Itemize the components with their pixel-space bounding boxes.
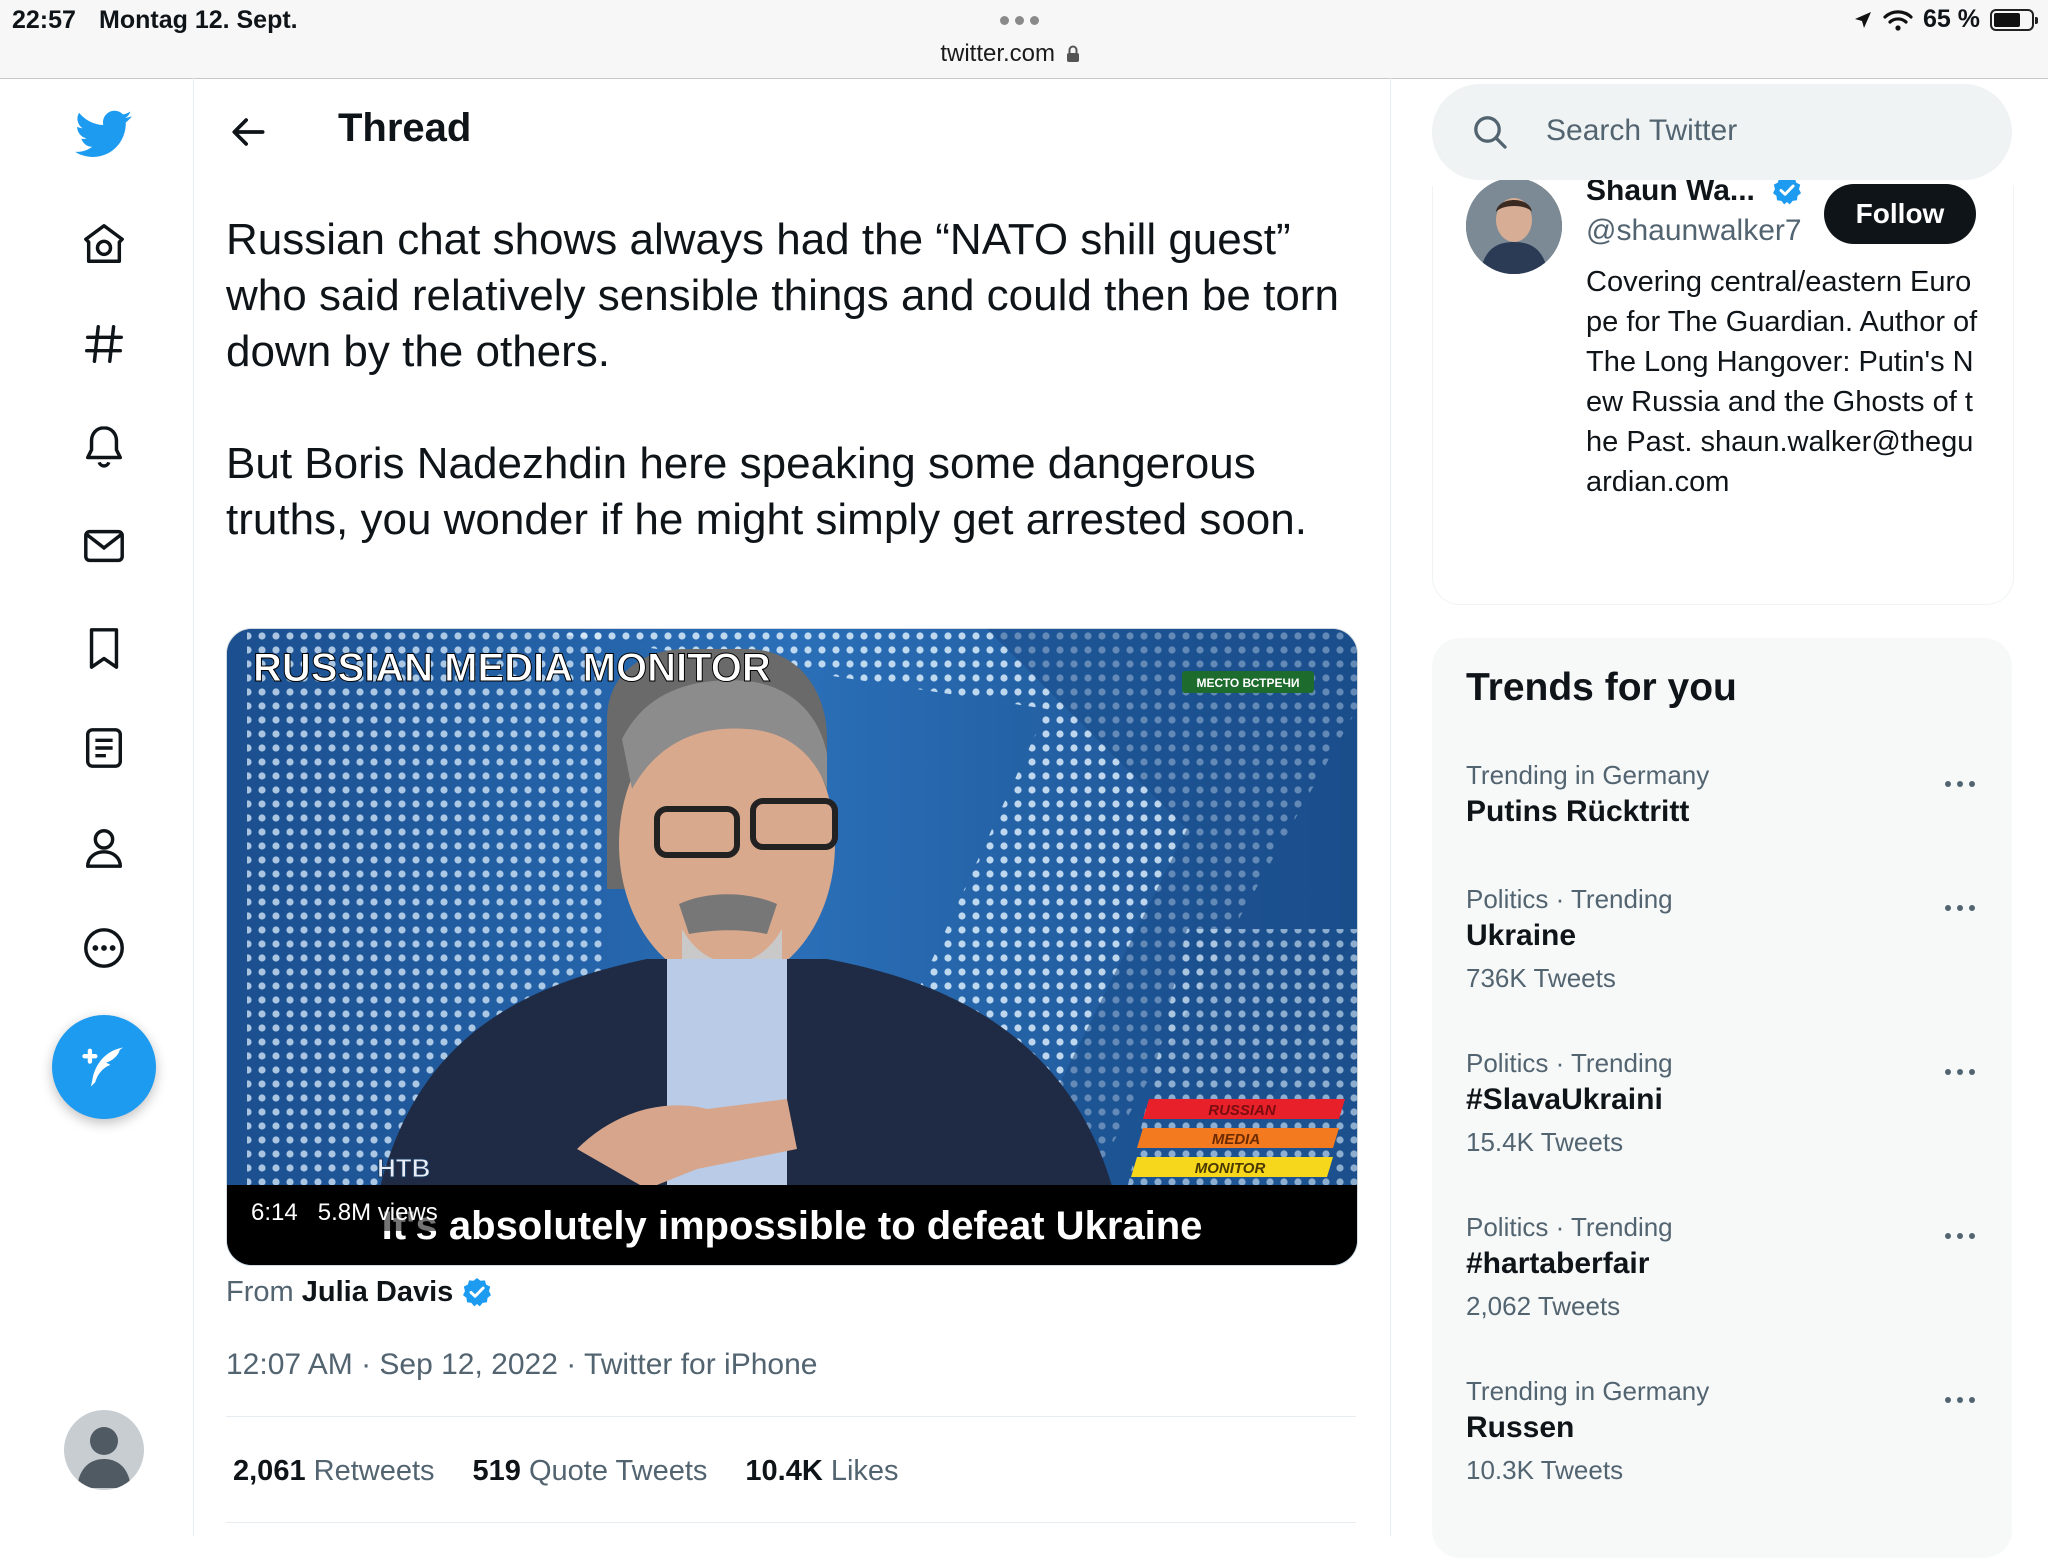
profile-handle[interactable]: @shaunwalker7 (1586, 214, 1802, 248)
tweet-video[interactable]: RUSSIAN MEDIA MONITOR МЕСТО ВСТРЕЧИ RUSS… (226, 628, 1358, 1266)
search-icon (1474, 116, 1507, 149)
profile-bio: Covering central/eastern Europe for The … (1586, 266, 1978, 498)
tweet-timestamp[interactable]: 12:07 AM · Sep 12, 2022 · Twitter for iP… (226, 1348, 817, 1382)
trend-name: #hartaberfair (1466, 1247, 1650, 1280)
from-label: From (226, 1276, 294, 1308)
trend-context: Politics · Trending (1466, 884, 1673, 914)
video-source: From Julia Davis (226, 1276, 493, 1309)
badge-line: RUSSIAN (1208, 1102, 1277, 1119)
trend-context: Trending in Germany (1466, 760, 1710, 790)
compose-tweet-icon (82, 1047, 124, 1087)
trend-context: Politics · Trending (1466, 1048, 1673, 1078)
trend-context: Politics · Trending (1466, 1212, 1673, 1242)
trend-item[interactable]: Politics · Trending #hartaberfair 2,062 … (1466, 1212, 1986, 1322)
tweet-text-paragraph: Russian chat shows always had the “NATO … (226, 215, 1339, 376)
overlay-title: RUSSIAN MEDIA MONITOR (253, 646, 771, 690)
video-duration: 6:14 (251, 1199, 298, 1226)
badge-line: MONITOR (1195, 1160, 1266, 1177)
more-dots-icon[interactable] (1938, 1226, 1982, 1246)
trend-name: #SlavaUkraini (1466, 1083, 1663, 1116)
location-arrow-icon (1855, 11, 1872, 28)
trend-name: Putins Rücktritt (1466, 795, 1690, 828)
badge-line: MEDIA (1212, 1131, 1260, 1148)
trend-count: 736K Tweets (1466, 963, 1616, 993)
notifications-bell-icon[interactable] (72, 414, 136, 478)
trend-context: Trending in Germany (1466, 1376, 1710, 1406)
verified-badge-icon (463, 1278, 492, 1307)
url-text: twitter.com (940, 40, 1056, 67)
back-arrow-button[interactable] (226, 110, 270, 154)
divider (226, 1416, 1356, 1417)
retweets-stat[interactable]: 2,061 Retweets (233, 1455, 435, 1488)
video-views: 5.8M views (317, 1199, 438, 1226)
tweet-stats: 2,061 Retweets 519 Quote Tweets 10.4K Li… (233, 1455, 899, 1488)
lock-icon (1066, 45, 1079, 62)
trend-count: 10.3K Tweets (1466, 1455, 1624, 1485)
trend-count: 15.4K Tweets (1466, 1127, 1624, 1157)
profile-icon[interactable] (72, 816, 136, 880)
search-placeholder: Search Twitter (1546, 114, 1738, 147)
more-dots-icon[interactable] (1938, 774, 1982, 794)
home-icon[interactable] (72, 212, 136, 276)
wifi-icon (1883, 9, 1913, 31)
battery-percent: 65 % (1923, 5, 1980, 33)
explore-hashtag-icon[interactable] (72, 312, 136, 376)
status-date: Montag 12. Sept. (99, 6, 298, 34)
status-indicators: 65 % (1853, 5, 2038, 34)
more-icon[interactable] (72, 916, 136, 980)
video-subtitle: It's absolutely impossible to defeat Ukr… (382, 1204, 1203, 1248)
tweet-text-paragraph: But Boris Nadezhdin here speaking some d… (226, 439, 1307, 544)
trend-item[interactable]: Politics · Trending #SlavaUkraini 15.4K … (1466, 1048, 1986, 1158)
column-divider (1390, 78, 1391, 1536)
likes-stat[interactable]: 10.4K Likes (745, 1455, 898, 1488)
messages-envelope-icon[interactable] (72, 514, 136, 578)
back-arrow-icon (232, 118, 265, 146)
network-logo: НТВ (377, 1153, 430, 1183)
trends-title: Trends for you (1466, 666, 1737, 709)
follow-button[interactable]: Follow (1824, 184, 1976, 244)
column-divider (193, 78, 194, 1536)
profile-avatar[interactable] (1466, 178, 1562, 274)
trend-item[interactable]: Trending in Germany Putins Rücktritt (1466, 760, 1986, 829)
status-time: 22:57 (12, 6, 76, 34)
twitter-logo-icon[interactable] (72, 102, 136, 166)
compose-tweet-button[interactable] (52, 1015, 156, 1119)
trend-item[interactable]: Trending in Germany Russen 10.3K Tweets (1466, 1376, 1986, 1486)
trend-count: 2,062 Tweets (1466, 1291, 1621, 1321)
channel-badge: МЕСТО ВСТРЕЧИ (1196, 676, 1299, 690)
more-dots-icon[interactable] (1938, 1062, 1982, 1082)
divider (226, 1522, 1356, 1523)
bookmarks-icon[interactable] (72, 616, 136, 680)
video-info: 6:14 5.8M views (243, 1195, 446, 1231)
quote-tweets-stat[interactable]: 519 Quote Tweets (473, 1455, 708, 1488)
battery-icon (1990, 8, 2038, 31)
account-avatar[interactable] (64, 1410, 144, 1490)
more-dots-icon[interactable] (1938, 898, 1982, 918)
trend-name: Russen (1466, 1411, 1575, 1444)
more-dots-icon[interactable] (1938, 1390, 1982, 1410)
page-title: Thread (338, 106, 472, 150)
multitasking-dots-icon[interactable] (1000, 12, 1050, 25)
trend-item[interactable]: Politics · Trending Ukraine 736K Tweets (1466, 884, 1986, 994)
video-frame: RUSSIAN MEDIA MONITOR МЕСТО ВСТРЕЧИ RUSS… (227, 629, 1357, 1265)
source-user-link[interactable]: Julia Davis (302, 1276, 454, 1308)
trend-name: Ukraine (1466, 919, 1577, 952)
url-bar[interactable]: twitter.com (900, 40, 1120, 68)
lists-icon[interactable] (72, 716, 136, 780)
